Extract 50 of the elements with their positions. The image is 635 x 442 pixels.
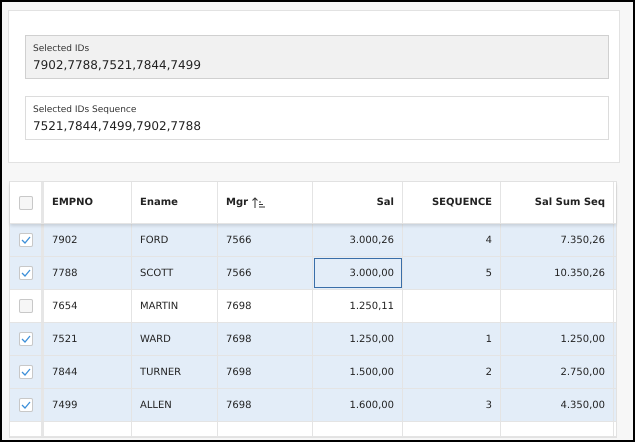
table-cell: TURNER [132, 356, 218, 388]
table-cell: ALLEN [132, 389, 218, 421]
table-cell: 1.250,00 [501, 323, 614, 355]
checkbox[interactable] [18, 299, 32, 313]
table-cell: 3.000,00 [313, 257, 403, 289]
table-cell: 3.000,26 [313, 224, 403, 256]
column-header[interactable]: Sal [313, 182, 403, 223]
table-cell: WARD [132, 323, 218, 355]
checkbox[interactable] [18, 266, 32, 280]
table-cell: 7698 [218, 323, 313, 355]
table-cell: 7844 [44, 356, 132, 388]
column-header[interactable]: Sal Sum Seq [501, 182, 614, 223]
table-cell: 7698 [218, 290, 313, 322]
table-cell: 7.350,26 [501, 224, 614, 256]
table-cell: MARTIN [132, 290, 218, 322]
table-cell: 4 [403, 224, 501, 256]
table-cell: 1.500,00 [313, 356, 403, 388]
table-cell: 2.750,00 [501, 356, 614, 388]
column-header[interactable]: Mgr [218, 182, 313, 223]
checkbox[interactable] [18, 196, 32, 210]
table-cell: 7566 [218, 224, 313, 256]
column-header[interactable]: SEQUENCE [403, 182, 501, 223]
table-cell: 7566 [218, 257, 313, 289]
text-field[interactable]: Selected IDs 7902,7788,7521,7844,7499 [25, 35, 609, 79]
checkbox[interactable] [18, 398, 32, 412]
table-cell: 7499 [44, 389, 132, 421]
table-cell: SCOTT [132, 257, 218, 289]
table-cell: 3 [403, 389, 501, 421]
table-cell: 4.350,00 [501, 389, 614, 421]
checkbox[interactable] [18, 233, 32, 247]
table-cell: 7902 [44, 224, 132, 256]
table-cell: 10.350,26 [501, 257, 614, 289]
checkbox[interactable] [18, 332, 32, 346]
text-field[interactable]: Selected IDs Sequence 7521,7844,7499,7902,7788 [25, 96, 609, 140]
table-cell: 7521 [44, 323, 132, 355]
table-cell: 7654 [44, 290, 132, 322]
column-header[interactable]: Ename [132, 182, 218, 223]
column-header[interactable]: EMPNO [44, 182, 132, 223]
table-cell: 7698 [218, 356, 313, 388]
table-cell: FORD [132, 224, 218, 256]
table-cell: 1.250,11 [313, 290, 403, 322]
table-cell: 5 [403, 257, 501, 289]
table-cell: 7788 [44, 257, 132, 289]
table-cell: 7698 [218, 389, 313, 421]
table-cell: 2 [403, 356, 501, 388]
sort-ascending-icon [252, 196, 266, 208]
table-cell: 1.250,00 [313, 323, 403, 355]
table-cell: 1.600,00 [313, 389, 403, 421]
checkbox[interactable] [18, 365, 32, 379]
table-cell: 1 [403, 323, 501, 355]
